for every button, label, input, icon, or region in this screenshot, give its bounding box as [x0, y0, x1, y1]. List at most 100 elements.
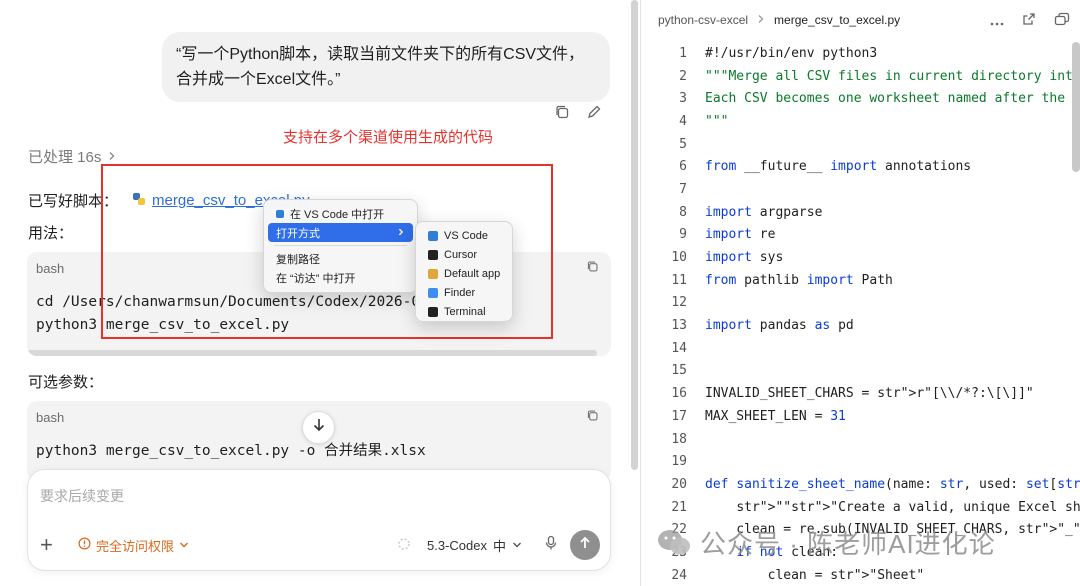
- submenu-item-terminal[interactable]: Terminal: [420, 302, 508, 321]
- external-link-icon[interactable]: [1022, 12, 1036, 31]
- line-number: 2: [679, 68, 687, 84]
- wechat-icon: [656, 528, 692, 558]
- alert-circle-icon: [78, 537, 91, 553]
- editor-pane: python-csv-excel merge_csv_to_excel.py 1…: [640, 0, 1080, 586]
- code-line: 7: [641, 178, 1080, 201]
- line-number: 7: [679, 181, 687, 197]
- line-text: MAX_SHEET_LEN = 31: [705, 408, 846, 424]
- follow-up-input[interactable]: 要求后续变更: [40, 486, 124, 506]
- menu-item-open-with[interactable]: 打开方式: [268, 223, 413, 242]
- line-text: """: [705, 113, 729, 129]
- copy-icon[interactable]: [554, 104, 570, 120]
- send-button[interactable]: [570, 530, 600, 560]
- terminal-icon: [428, 306, 438, 317]
- code-line: 10 import sys: [641, 246, 1080, 269]
- line-number: 4: [679, 113, 687, 129]
- microphone-icon[interactable]: [544, 535, 558, 556]
- cursor-icon: [428, 249, 438, 260]
- submenu-item-finder[interactable]: Finder: [420, 283, 508, 302]
- menu-item-label: 在 VS Code 中打开: [290, 208, 385, 221]
- line-text: INVALID_SHEET_CHARS = str">r"[\\/*?:\[\]…: [705, 386, 1034, 402]
- watermark: 公众号 · 陈老师AI进化论: [656, 524, 996, 561]
- code-editor[interactable]: 1 #!/usr/bin/env python3 2 """Merge all CSV…: [641, 42, 1080, 586]
- code-line: 24 clean = str">"Sheet": [641, 564, 1080, 586]
- chat-pane: “写一个Python脚本，读取当前文件夹下的所有CSV文件，合并成一个Excel…: [0, 0, 640, 586]
- optional-label: 可选参数：: [28, 374, 104, 391]
- model-level: 中: [492, 538, 506, 554]
- code-line: 14: [641, 337, 1080, 360]
- plus-icon[interactable]: +: [40, 534, 60, 556]
- editor-scrollbar[interactable]: [1072, 42, 1080, 172]
- chevron-right-icon: [397, 227, 405, 239]
- breadcrumb-folder[interactable]: python-csv-excel: [658, 13, 748, 27]
- watermark-text: 公众号 · 陈老师AI进化论: [700, 529, 996, 559]
- chevron-right-icon: [757, 13, 765, 27]
- context-menu: 在 VS Code 中打开 打开方式 复制路径 在 “访达” 中打开: [263, 199, 418, 293]
- line-number: 17: [671, 408, 687, 424]
- copy-code-icon[interactable]: [586, 260, 599, 276]
- line-number: 14: [671, 340, 687, 356]
- arrow-down-icon: [311, 417, 327, 438]
- annotation-caption: 支持在多个渠道使用生成的代码: [283, 129, 494, 146]
- code-line: 5: [641, 133, 1080, 156]
- code-line: 13 import pandas as pd: [641, 314, 1080, 337]
- composer-toolbar: + 完全访问权限 5.3-Codex 中: [40, 530, 600, 560]
- menu-item-copy-path[interactable]: 复制路径: [268, 249, 413, 268]
- model-label: 5.3-Codex: [427, 537, 487, 553]
- submenu-item-label: Default app: [444, 267, 501, 280]
- code-line: 21 str">""str">"Create a valid, unique E…: [641, 496, 1080, 519]
- user-message-bubble: “写一个Python脚本，读取当前文件夹下的所有CSV文件，合并成一个Excel…: [162, 32, 610, 102]
- submenu-item-vscode[interactable]: VS Code: [420, 226, 508, 245]
- line-number: 19: [671, 454, 687, 470]
- chat-scrollbar[interactable]: [631, 0, 638, 470]
- loading-spinner-icon: [397, 537, 411, 554]
- model-selector[interactable]: 5.3-Codex 中: [397, 536, 522, 555]
- chevron-down-icon: [179, 538, 189, 553]
- line-number: 18: [671, 431, 687, 447]
- line-number: 11: [671, 272, 687, 288]
- line-number: 10: [671, 250, 687, 266]
- menu-item-open-vscode[interactable]: 在 VS Code 中打开: [268, 204, 413, 223]
- code-line: 20 def sanitize_sheet_name(name: str, use…: [641, 473, 1080, 496]
- code-line: 12: [641, 292, 1080, 315]
- duplicate-window-icon[interactable]: [1054, 12, 1070, 31]
- copy-code-icon[interactable]: [586, 409, 599, 425]
- line-number: 1: [679, 45, 687, 61]
- line-number: 5: [679, 136, 687, 152]
- permission-dropdown[interactable]: 完全访问权限: [78, 536, 189, 555]
- menu-item-label: 复制路径: [276, 253, 320, 266]
- code-line: 2 """Merge all CSV files in current direc…: [641, 65, 1080, 88]
- arrow-up-icon: [578, 536, 592, 555]
- more-icon[interactable]: [990, 13, 1004, 31]
- line-text: import re: [705, 227, 776, 243]
- vscode-icon: [276, 209, 284, 218]
- scroll-down-button[interactable]: [302, 411, 335, 444]
- line-text: import sys: [705, 250, 784, 266]
- menu-item-open-finder[interactable]: 在 “访达” 中打开: [268, 268, 413, 287]
- line-number: 15: [671, 363, 687, 379]
- code-line: 11 from pathlib import Path: [641, 269, 1080, 292]
- code-line: 8 import argparse: [641, 201, 1080, 224]
- composer: 要求后续变更 + 完全访问权限 5.3-Codex 中: [27, 469, 611, 571]
- line-number: 24: [671, 567, 687, 583]
- vscode-icon: [428, 230, 438, 241]
- code-line: 1 #!/usr/bin/env python3: [641, 42, 1080, 65]
- code-line: 15: [641, 360, 1080, 383]
- horizontal-scrollbar[interactable]: [27, 350, 597, 356]
- submenu-item-default-app[interactable]: Default app: [420, 264, 508, 283]
- message-actions: [554, 104, 602, 120]
- usage-label: 用法：: [28, 225, 74, 242]
- line-number: 9: [679, 227, 687, 243]
- line-text: clean = str">"Sheet": [705, 567, 925, 583]
- edit-icon[interactable]: [586, 104, 602, 120]
- line-text: import argparse: [705, 204, 823, 220]
- code-lang: bash: [36, 409, 65, 425]
- menu-item-label: 打开方式: [276, 227, 320, 240]
- breadcrumb-file[interactable]: merge_csv_to_excel.py: [774, 13, 900, 27]
- code-line: 4 """: [641, 110, 1080, 133]
- line-number: 20: [671, 476, 687, 492]
- folder-icon: [428, 268, 438, 279]
- submenu-item-cursor[interactable]: Cursor: [420, 245, 508, 264]
- submenu-item-label: Terminal: [444, 305, 486, 318]
- menu-separator: [274, 245, 407, 246]
